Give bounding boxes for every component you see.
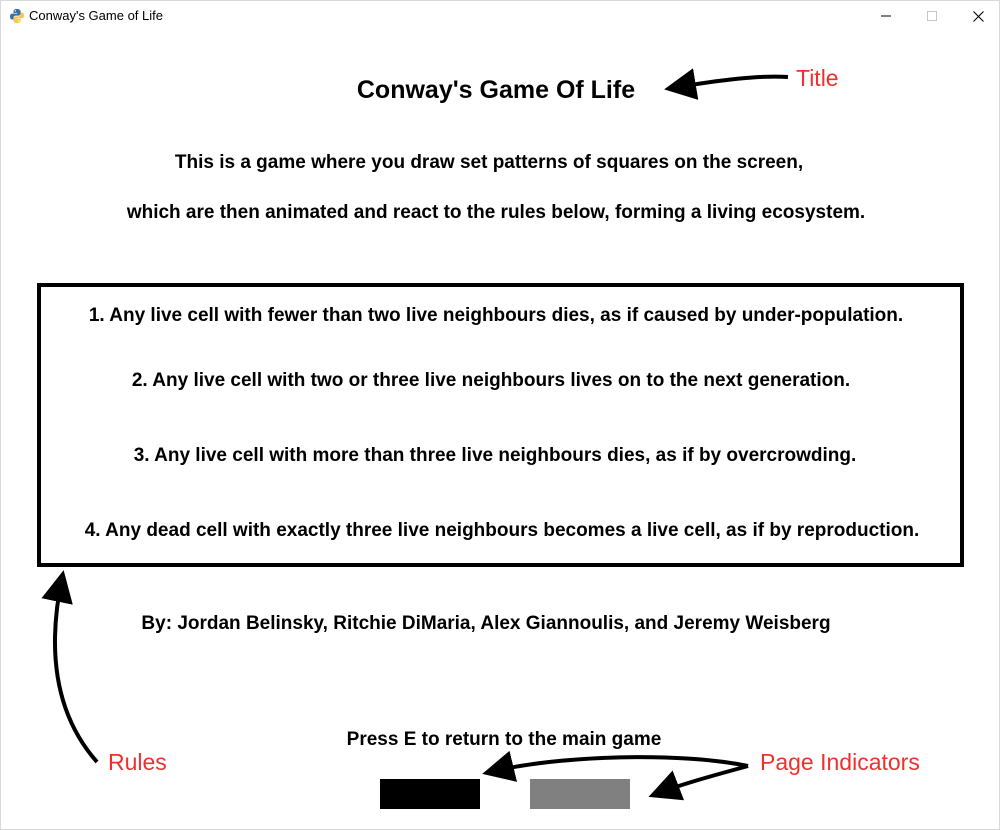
annotation-rules-label: Rules xyxy=(108,749,167,775)
page-title: Conway's Game Of Life xyxy=(356,76,636,104)
rules-box: 1. Any live cell with fewer than two liv… xyxy=(37,283,964,567)
intro-text-line-1: This is a game where you draw set patter… xyxy=(174,152,804,173)
rule-3: 3. Any live cell with more than three li… xyxy=(133,445,857,466)
maximize-button[interactable] xyxy=(909,1,955,31)
window-title: Conway's Game of Life xyxy=(29,8,163,23)
close-icon xyxy=(972,10,984,22)
maximize-icon xyxy=(927,11,937,21)
intro-text-line-2: which are then animated and react to the… xyxy=(126,202,866,223)
rule-4: 4. Any dead cell with exactly three live… xyxy=(84,520,920,541)
minimize-button[interactable] xyxy=(863,1,909,31)
annotation-title-label: Title xyxy=(796,65,839,91)
annotation-page-indicators-label: Page Indicators xyxy=(760,749,920,775)
return-hint: Press E to return to the main game xyxy=(346,729,662,750)
page-indicator-2 xyxy=(530,779,630,809)
rule-1: 1. Any live cell with fewer than two liv… xyxy=(88,305,904,326)
credits-text: By: Jordan Belinsky, Ritchie DiMaria, Al… xyxy=(141,613,831,634)
page-indicator-1 xyxy=(380,779,480,809)
title-bar[interactable]: Conway's Game of Life xyxy=(1,1,999,32)
close-button[interactable] xyxy=(955,1,1000,31)
rule-2: 2. Any live cell with two or three live … xyxy=(131,370,851,391)
minimize-icon xyxy=(881,15,891,17)
python-icon xyxy=(10,9,24,23)
